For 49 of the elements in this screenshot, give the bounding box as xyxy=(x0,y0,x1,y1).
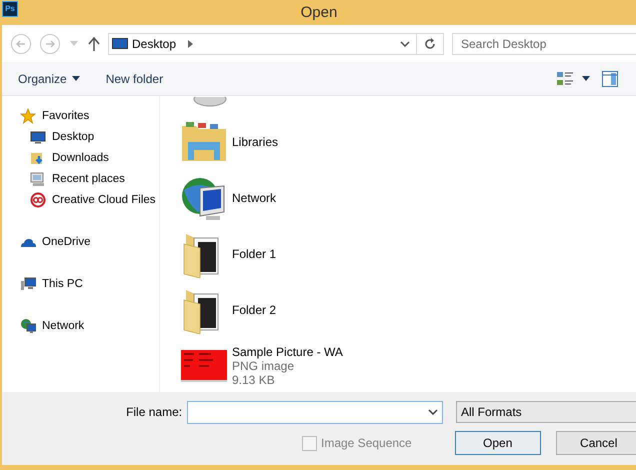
file-name: Network xyxy=(232,191,276,205)
sidebar-item[interactable]: Desktop xyxy=(2,126,159,147)
caret-icon xyxy=(72,76,80,81)
sidebar-item[interactable]: This PC xyxy=(2,273,159,294)
dropdown-icon[interactable] xyxy=(400,40,410,46)
recent-places-icon xyxy=(30,170,46,186)
sidebar-item[interactable]: OneDrive xyxy=(2,231,159,252)
file-size: 9.13 KB xyxy=(232,373,276,387)
address-bar[interactable]: Desktop xyxy=(108,32,444,54)
sidebar-item[interactable]: Recent places xyxy=(2,168,159,189)
app-icon: Ps xyxy=(2,1,18,17)
file-item[interactable]: Network xyxy=(178,170,636,226)
computer-icon xyxy=(20,276,36,292)
field-label: File name: xyxy=(125,405,182,419)
address-text[interactable]: Desktop xyxy=(132,36,176,50)
file-name: Folder 1 xyxy=(232,247,276,261)
sidebar-item[interactable]: Downloads xyxy=(2,147,159,168)
monitor-icon xyxy=(30,128,46,144)
organize-button[interactable]: Organize xyxy=(10,68,88,88)
dialog-button[interactable]: Open xyxy=(454,431,541,455)
refresh-icon xyxy=(424,38,436,50)
dropdown-icon xyxy=(428,409,438,415)
preview-pane-icon[interactable] xyxy=(602,70,618,86)
file-item[interactable]: Folder 1 xyxy=(178,226,636,282)
file-name: Folder 2 xyxy=(232,303,276,317)
sidebar-item[interactable]: Network xyxy=(2,315,159,336)
dialog-button[interactable]: Cancel xyxy=(556,431,636,455)
sidebar-item[interactable]: Creative Cloud Files xyxy=(2,189,159,210)
view-options-icon[interactable] xyxy=(556,70,574,86)
file-name: Libraries xyxy=(232,135,278,149)
up-arrow-icon[interactable] xyxy=(88,36,100,50)
checkbox-label: Image Sequence xyxy=(321,436,412,450)
file-name-field[interactable] xyxy=(187,400,443,424)
network-icon xyxy=(20,318,36,334)
search-field[interactable]: Search Desktop xyxy=(452,32,636,54)
sidebar-item[interactable]: Favorites xyxy=(2,105,159,126)
file-item[interactable]: Sample Picture - WA PNG image 9.13 KB xyxy=(178,338,636,392)
new-folder-button[interactable]: New folder xyxy=(98,68,172,88)
caret-icon[interactable] xyxy=(582,76,590,81)
file-type: PNG image xyxy=(232,359,296,373)
monitor-icon xyxy=(112,38,128,50)
creative-cloud-icon xyxy=(30,192,46,208)
window-title: Open xyxy=(300,4,338,21)
star-icon xyxy=(20,108,36,124)
file-type-dropdown[interactable]: All Formats xyxy=(456,401,636,423)
file-name: Sample Picture - WA xyxy=(232,345,343,359)
chevron-icon[interactable] xyxy=(188,40,194,48)
file-item[interactable]: Folder 2 xyxy=(178,282,636,338)
file-item[interactable]: Libraries xyxy=(178,114,636,170)
